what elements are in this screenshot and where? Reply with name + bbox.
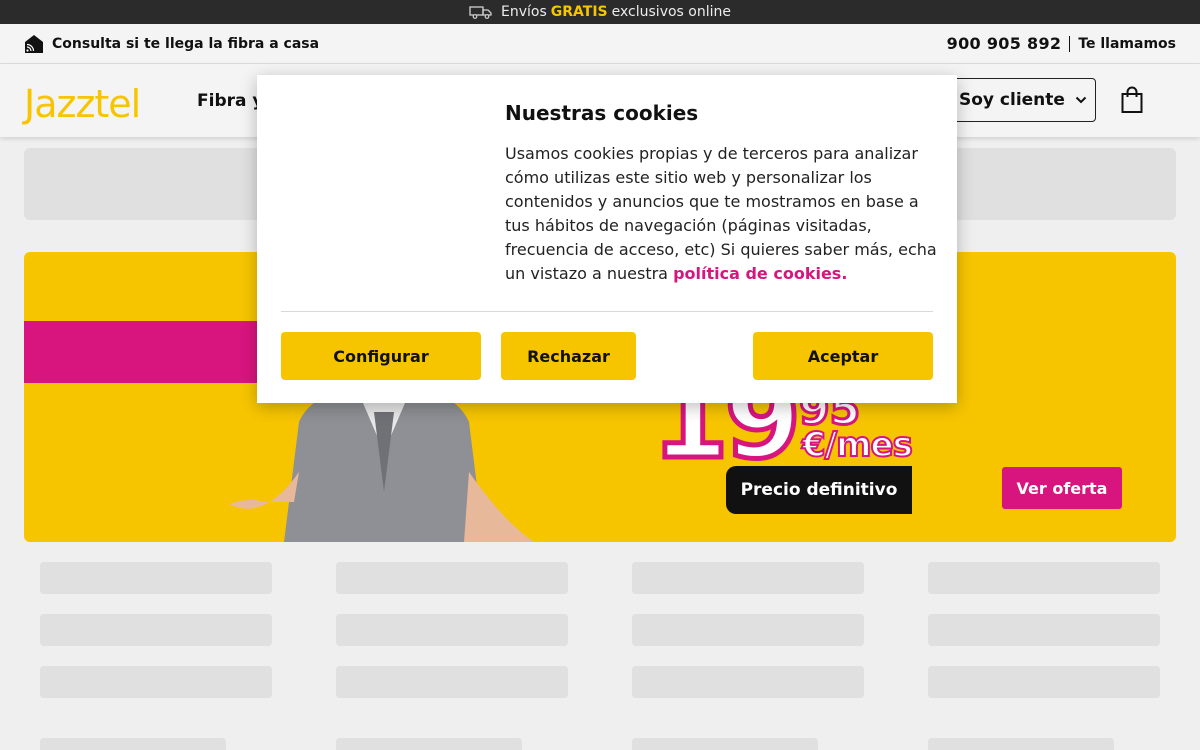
definitive-price-badge: Precio definitivo bbox=[726, 466, 912, 514]
loading-placeholder bbox=[632, 738, 818, 750]
accept-button[interactable]: Aceptar bbox=[753, 332, 933, 380]
chevron-down-icon bbox=[1075, 96, 1087, 104]
loading-placeholder bbox=[336, 738, 522, 750]
jazztel-logo[interactable]: Jazztel bbox=[24, 82, 141, 126]
nav-item-fibra[interactable]: Fibra y bbox=[197, 91, 263, 111]
coverage-link[interactable]: Consulta si te llega la fibra a casa bbox=[52, 36, 319, 52]
loading-placeholder bbox=[336, 614, 568, 646]
client-dropdown-button[interactable]: Soy cliente bbox=[938, 78, 1096, 122]
loading-placeholder bbox=[632, 562, 864, 594]
banner-magenta-band bbox=[24, 321, 284, 383]
promo-bar: Envíos GRATIS exclusivos online bbox=[0, 0, 1200, 24]
promo-highlight: GRATIS bbox=[550, 4, 608, 20]
callback-link[interactable]: Te llamamos bbox=[1078, 36, 1176, 52]
divider bbox=[1069, 35, 1071, 52]
cookie-description: Usamos cookies propias y de terceros par… bbox=[505, 142, 937, 286]
loading-placeholder bbox=[928, 666, 1160, 698]
cookie-divider bbox=[281, 311, 933, 312]
loading-placeholder bbox=[928, 614, 1160, 646]
view-offer-button[interactable]: Ver oferta bbox=[1002, 467, 1122, 509]
configure-button[interactable]: Configurar bbox=[281, 332, 481, 380]
loading-placeholder bbox=[40, 614, 272, 646]
loading-placeholder bbox=[632, 666, 864, 698]
reject-button[interactable]: Rechazar bbox=[501, 332, 636, 380]
loading-placeholder bbox=[928, 738, 1114, 750]
loading-placeholder bbox=[40, 666, 272, 698]
phone-number[interactable]: 900 905 892 bbox=[947, 34, 1062, 53]
shopping-bag-icon[interactable] bbox=[1121, 86, 1143, 114]
loading-placeholder bbox=[928, 562, 1160, 594]
sub-bar: Consulta si te llega la fibra a casa 900… bbox=[0, 24, 1200, 64]
loading-placeholder bbox=[336, 562, 568, 594]
cookie-policy-link[interactable]: política de cookies. bbox=[673, 264, 847, 283]
cookie-consent-dialog: Nuestras cookies Usamos cookies propias … bbox=[257, 75, 957, 403]
promo-suffix: exclusivos online bbox=[611, 4, 731, 20]
price-period: €/mes bbox=[801, 424, 914, 466]
client-button-label: Soy cliente bbox=[959, 90, 1065, 110]
house-fiber-icon bbox=[25, 34, 43, 53]
cookie-body-text: Usamos cookies propias y de terceros par… bbox=[505, 144, 937, 283]
loading-placeholder bbox=[632, 614, 864, 646]
loading-placeholder bbox=[40, 738, 226, 750]
presenter-image bbox=[229, 382, 534, 542]
truck-icon bbox=[469, 6, 492, 19]
loading-placeholder bbox=[336, 666, 568, 698]
promo-prefix: Envíos bbox=[501, 4, 547, 20]
loading-placeholder bbox=[40, 562, 272, 594]
cookie-title: Nuestras cookies bbox=[505, 101, 699, 125]
